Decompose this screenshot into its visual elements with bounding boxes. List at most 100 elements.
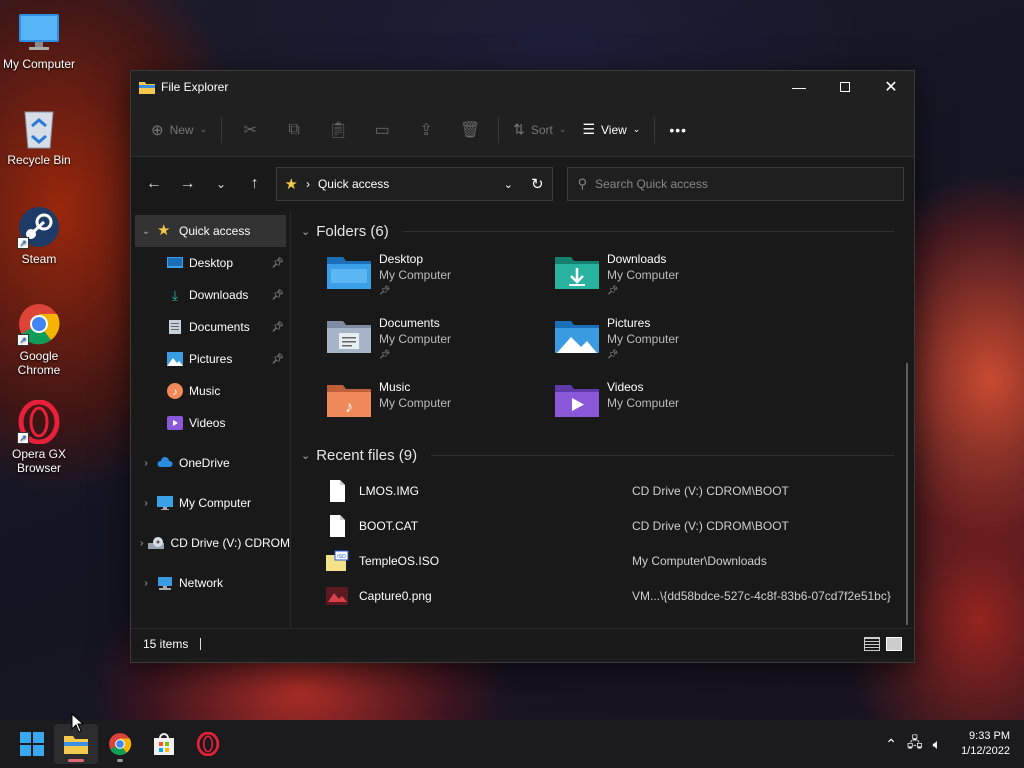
network-icon[interactable]: 🖧︎	[907, 732, 923, 756]
folder-name: Music	[379, 380, 411, 394]
large-icons-view-button[interactable]	[886, 636, 902, 651]
scissors-icon: ✂	[243, 121, 257, 139]
folder-downloads[interactable]: Downloads My Computer 📌︎	[555, 251, 783, 303]
sort-button[interactable]: ⇅ Sort ⌄	[505, 115, 574, 144]
taskbar-opera-gx[interactable]	[186, 724, 230, 764]
rename-button[interactable]: ▭	[366, 115, 398, 145]
sidebar-item-onedrive[interactable]: › OneDrive	[131, 447, 290, 479]
paste-button[interactable]: 📋︎	[322, 115, 354, 145]
sidebar-item-my-computer[interactable]: › My Computer	[131, 487, 290, 519]
chevron-right-icon[interactable]: ›	[135, 458, 157, 469]
chevron-down-icon[interactable]: ⌄	[301, 449, 310, 462]
copy-button[interactable]: ⧉	[278, 115, 310, 145]
folder-desktop[interactable]: Desktop My Computer 📌︎	[327, 251, 555, 303]
close-button[interactable]: ✕	[868, 71, 914, 103]
sidebar-item-cd-drive[interactable]: › CD Drive (V:) CDROM	[131, 527, 290, 559]
folder-pictures[interactable]: Pictures My Computer 📌︎	[555, 315, 783, 367]
music-folder-icon: ♪	[327, 385, 371, 417]
download-arrow-icon: ⤓	[171, 287, 179, 303]
navigation-bar: ← → ⌄ ↑ ★ › Quick access ⌄ ↻ ⚲ Search Qu…	[131, 157, 914, 211]
sidebar-item-desktop[interactable]: Desktop 📌︎	[131, 247, 290, 279]
recent-files-section-header[interactable]: ⌄ Recent files (9)	[301, 443, 914, 467]
folder-documents[interactable]: Documents My Computer 📌︎	[327, 315, 555, 367]
command-bar: ⊕ New ⌄ ✂ ⧉ 📋︎ ▭ ⇪ 🗑︎ ⇅ Sort ⌄ ☰ View ⌄ …	[131, 103, 914, 157]
folder-videos[interactable]: Videos My Computer	[555, 379, 783, 431]
desktop-icon-label: My Computer	[2, 57, 76, 71]
sidebar-item-label: Downloads	[189, 288, 249, 302]
taskbar-store[interactable]	[142, 724, 186, 764]
pictures-icon	[167, 352, 183, 366]
taskbar: ⌃ 🖧︎ 🔈︎ 9:33 PM 1/12/2022	[0, 720, 1024, 768]
chevron-right-icon[interactable]: ›	[135, 538, 148, 549]
maximize-button[interactable]	[822, 71, 868, 103]
chevron-down-icon: ⌄	[199, 124, 208, 134]
list-item[interactable]: Capture0.png VM...\{dd58bdce-527c-4c8f-8…	[301, 578, 914, 613]
folders-section-header[interactable]: ⌄ Folders (6)	[301, 219, 914, 243]
arrow-up-icon: ↑	[250, 175, 259, 192]
arrow-left-icon: ←	[145, 175, 162, 192]
search-input[interactable]: ⚲ Search Quick access	[566, 167, 905, 201]
sidebar-item-label: My Computer	[179, 496, 252, 510]
delete-button[interactable]: 🗑︎	[454, 115, 486, 145]
chevron-right-icon[interactable]: ›	[135, 578, 157, 589]
sidebar-item-music[interactable]: ♪ Music	[131, 375, 290, 407]
share-button[interactable]: ⇪	[410, 115, 442, 145]
recent-files-list: LMOS.IMG CD Drive (V:) CDROM\BOOT BOOT.C…	[301, 473, 914, 613]
file-explorer-window[interactable]: File Explorer — ✕ ⊕ New ⌄ ✂ ⧉ 📋︎ ▭ ⇪ 🗑︎ …	[130, 70, 915, 663]
recent-locations-button[interactable]: ⌄	[204, 169, 238, 199]
refresh-icon[interactable]: ↻	[531, 175, 544, 193]
sidebar-item-pictures[interactable]: Pictures 📌︎	[131, 343, 290, 375]
chevron-down-icon[interactable]: ⌄	[135, 226, 157, 237]
title-bar[interactable]: File Explorer — ✕	[131, 71, 914, 103]
desktop-icon-my-computer[interactable]: My Computer	[0, 10, 78, 71]
desktop-icon-label: Recycle Bin	[7, 153, 71, 167]
start-button[interactable]	[10, 724, 54, 764]
folder-music[interactable]: ♪ Music My Computer	[327, 379, 555, 431]
window-title: File Explorer	[161, 80, 229, 94]
desktop-icon-recycle-bin[interactable]: Recycle Bin	[0, 106, 78, 167]
sidebar-item-quick-access[interactable]: ⌄ ★ Quick access	[135, 215, 286, 247]
chevron-right-icon[interactable]: ›	[135, 498, 157, 509]
toolbar-divider	[221, 116, 223, 143]
view-label: View	[601, 122, 627, 137]
volume-icon[interactable]: 🔈︎	[933, 736, 941, 753]
videos-folder-icon	[555, 385, 599, 417]
address-bar[interactable]: ★ › Quick access ⌄ ↻	[275, 167, 553, 201]
view-list-icon: ☰	[582, 121, 595, 137]
vertical-scrollbar[interactable]	[906, 363, 908, 625]
clock[interactable]: 9:33 PM 1/12/2022	[961, 729, 1010, 759]
breadcrumb[interactable]: Quick access	[318, 177, 496, 191]
minimize-button[interactable]: —	[776, 71, 822, 103]
more-options-button[interactable]: •••	[661, 116, 695, 144]
folder-location: My Computer	[607, 396, 680, 410]
list-item[interactable]: ISO TempleOS.ISO My Computer\Downloads	[301, 543, 914, 578]
rename-icon: ▭	[374, 121, 390, 139]
taskbar-chrome[interactable]	[98, 724, 142, 764]
sidebar-item-label: Desktop	[189, 256, 234, 270]
desktop-icon-steam[interactable]: ↗ Steam	[0, 205, 78, 266]
section-divider	[402, 230, 894, 232]
cut-button[interactable]: ✂	[234, 115, 266, 145]
sidebar-item-network[interactable]: › Network	[131, 567, 290, 599]
chevron-down-icon[interactable]: ⌄	[301, 225, 310, 238]
sidebar-item-videos[interactable]: Videos	[131, 407, 290, 439]
pin-icon: 📌︎	[607, 285, 619, 295]
sidebar-item-downloads[interactable]: ⤓ Downloads 📌︎	[131, 279, 290, 311]
system-tray: ⌃ 🖧︎ 🔈︎ 9:33 PM 1/12/2022	[885, 729, 1024, 759]
desktop-icon-chrome[interactable]: ↗ Google Chrome	[0, 302, 78, 377]
chevron-down-icon[interactable]: ⌄	[504, 178, 513, 191]
desktop-icon-opera-gx[interactable]: ↗ Opera GX Browser	[0, 399, 78, 475]
folder-name: Documents	[379, 316, 440, 330]
view-button[interactable]: ☰ View ⌄	[574, 115, 648, 144]
up-button[interactable]: ↑	[238, 169, 272, 199]
chevron-up-icon[interactable]: ⌃	[885, 736, 897, 753]
sidebar-item-documents[interactable]: Documents 📌︎	[131, 311, 290, 343]
forward-button[interactable]: →	[171, 169, 205, 199]
list-item[interactable]: BOOT.CAT CD Drive (V:) CDROM\BOOT	[301, 508, 914, 543]
navigation-pane: ⌄ ★ Quick access Desktop 📌︎ ⤓ Downloads …	[131, 211, 291, 628]
back-button[interactable]: ←	[137, 169, 171, 199]
new-button[interactable]: ⊕ New ⌄	[143, 115, 215, 145]
list-item[interactable]: LMOS.IMG CD Drive (V:) CDROM\BOOT	[301, 473, 914, 508]
details-view-button[interactable]	[864, 636, 880, 651]
chrome-icon	[109, 733, 132, 756]
